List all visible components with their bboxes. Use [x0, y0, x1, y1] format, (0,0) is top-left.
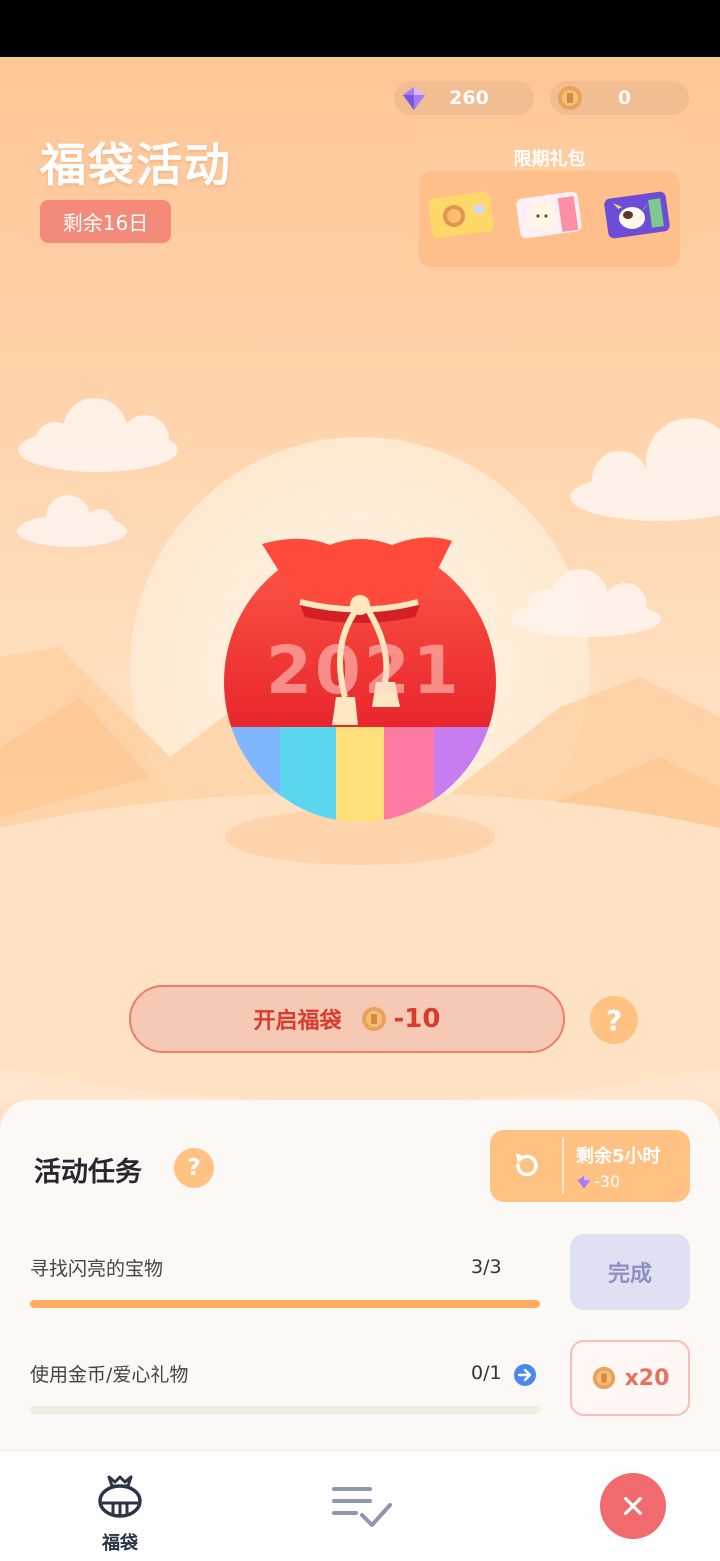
task-panel: 活动任务 ? 剩余5小时 -30 寻找闪亮的宝物 3/3 完成 使用金币/爱心礼… [0, 1100, 720, 1452]
gem-icon [577, 1175, 591, 1189]
cat-card-icon[interactable] [516, 191, 582, 239]
gem-count: 260 [449, 87, 489, 109]
task-progress: 0/1 [471, 1362, 502, 1384]
task-name: 寻找闪亮的宝物 [30, 1258, 164, 1280]
bottom-nav: 福袋 [0, 1450, 720, 1561]
task-help-icon[interactable]: ? [174, 1148, 214, 1188]
gift-pack-cards [419, 171, 680, 267]
open-bag-cost: -10 [393, 1004, 441, 1034]
refresh-divider [562, 1138, 564, 1194]
close-icon [624, 1497, 642, 1515]
task-list-icon[interactable] [330, 1481, 396, 1531]
gem-balance[interactable]: 260 [394, 81, 534, 115]
refresh-cost: -30 [594, 1172, 621, 1191]
refresh-time-left: 剩余5小时 [576, 1146, 661, 1167]
task-reward-button[interactable]: x20 [570, 1340, 690, 1416]
nav-tab-label: 福袋 [102, 1533, 138, 1554]
coin-balance[interactable]: 0 [550, 81, 689, 115]
open-bag-button[interactable]: 开启福袋 -10 [129, 985, 565, 1053]
help-icon[interactable]: ? [590, 996, 638, 1044]
task-panel-title: 活动任务 [34, 1157, 142, 1188]
page-title: 福袋活动 [40, 138, 232, 192]
cow-card-icon[interactable] [604, 191, 670, 239]
task-progress-fill [30, 1300, 540, 1308]
task-reward-amount: x20 [624, 1365, 670, 1391]
open-bag-label: 开启福袋 [253, 1009, 342, 1034]
task-name: 使用金币/爱心礼物 [30, 1364, 189, 1386]
task-progress-bar [30, 1406, 540, 1414]
arrow-right-icon[interactable] [513, 1363, 537, 1387]
refresh-tasks-button[interactable]: 剩余5小时 -30 [490, 1130, 690, 1202]
nav-tab-lucky-bag[interactable]: 福袋 [80, 1465, 160, 1555]
coin-icon [592, 1366, 615, 1390]
task-progress-bar [30, 1300, 540, 1308]
days-left-badge: 剩余16日 [40, 200, 171, 243]
status-bar [0, 0, 720, 57]
gift-pack-label: 限期礼包 [513, 149, 586, 170]
lucky-bag-icon [98, 1475, 142, 1518]
close-button[interactable] [600, 1473, 666, 1539]
coin-count: 0 [617, 87, 632, 109]
task-complete-button[interactable]: 完成 [570, 1234, 690, 1310]
coin-card-icon[interactable] [428, 191, 494, 239]
coin-icon [361, 1007, 386, 1031]
bag-year-text: 2021 [266, 632, 462, 709]
event-scene: 2021 260 0 福袋活动 剩余16日 限期礼包 开启福袋 -10 ? [0, 57, 720, 1100]
task-progress: 3/3 [471, 1256, 502, 1278]
refresh-icon [516, 1153, 538, 1177]
limited-gift-pack[interactable]: 限期礼包 [410, 137, 689, 275]
